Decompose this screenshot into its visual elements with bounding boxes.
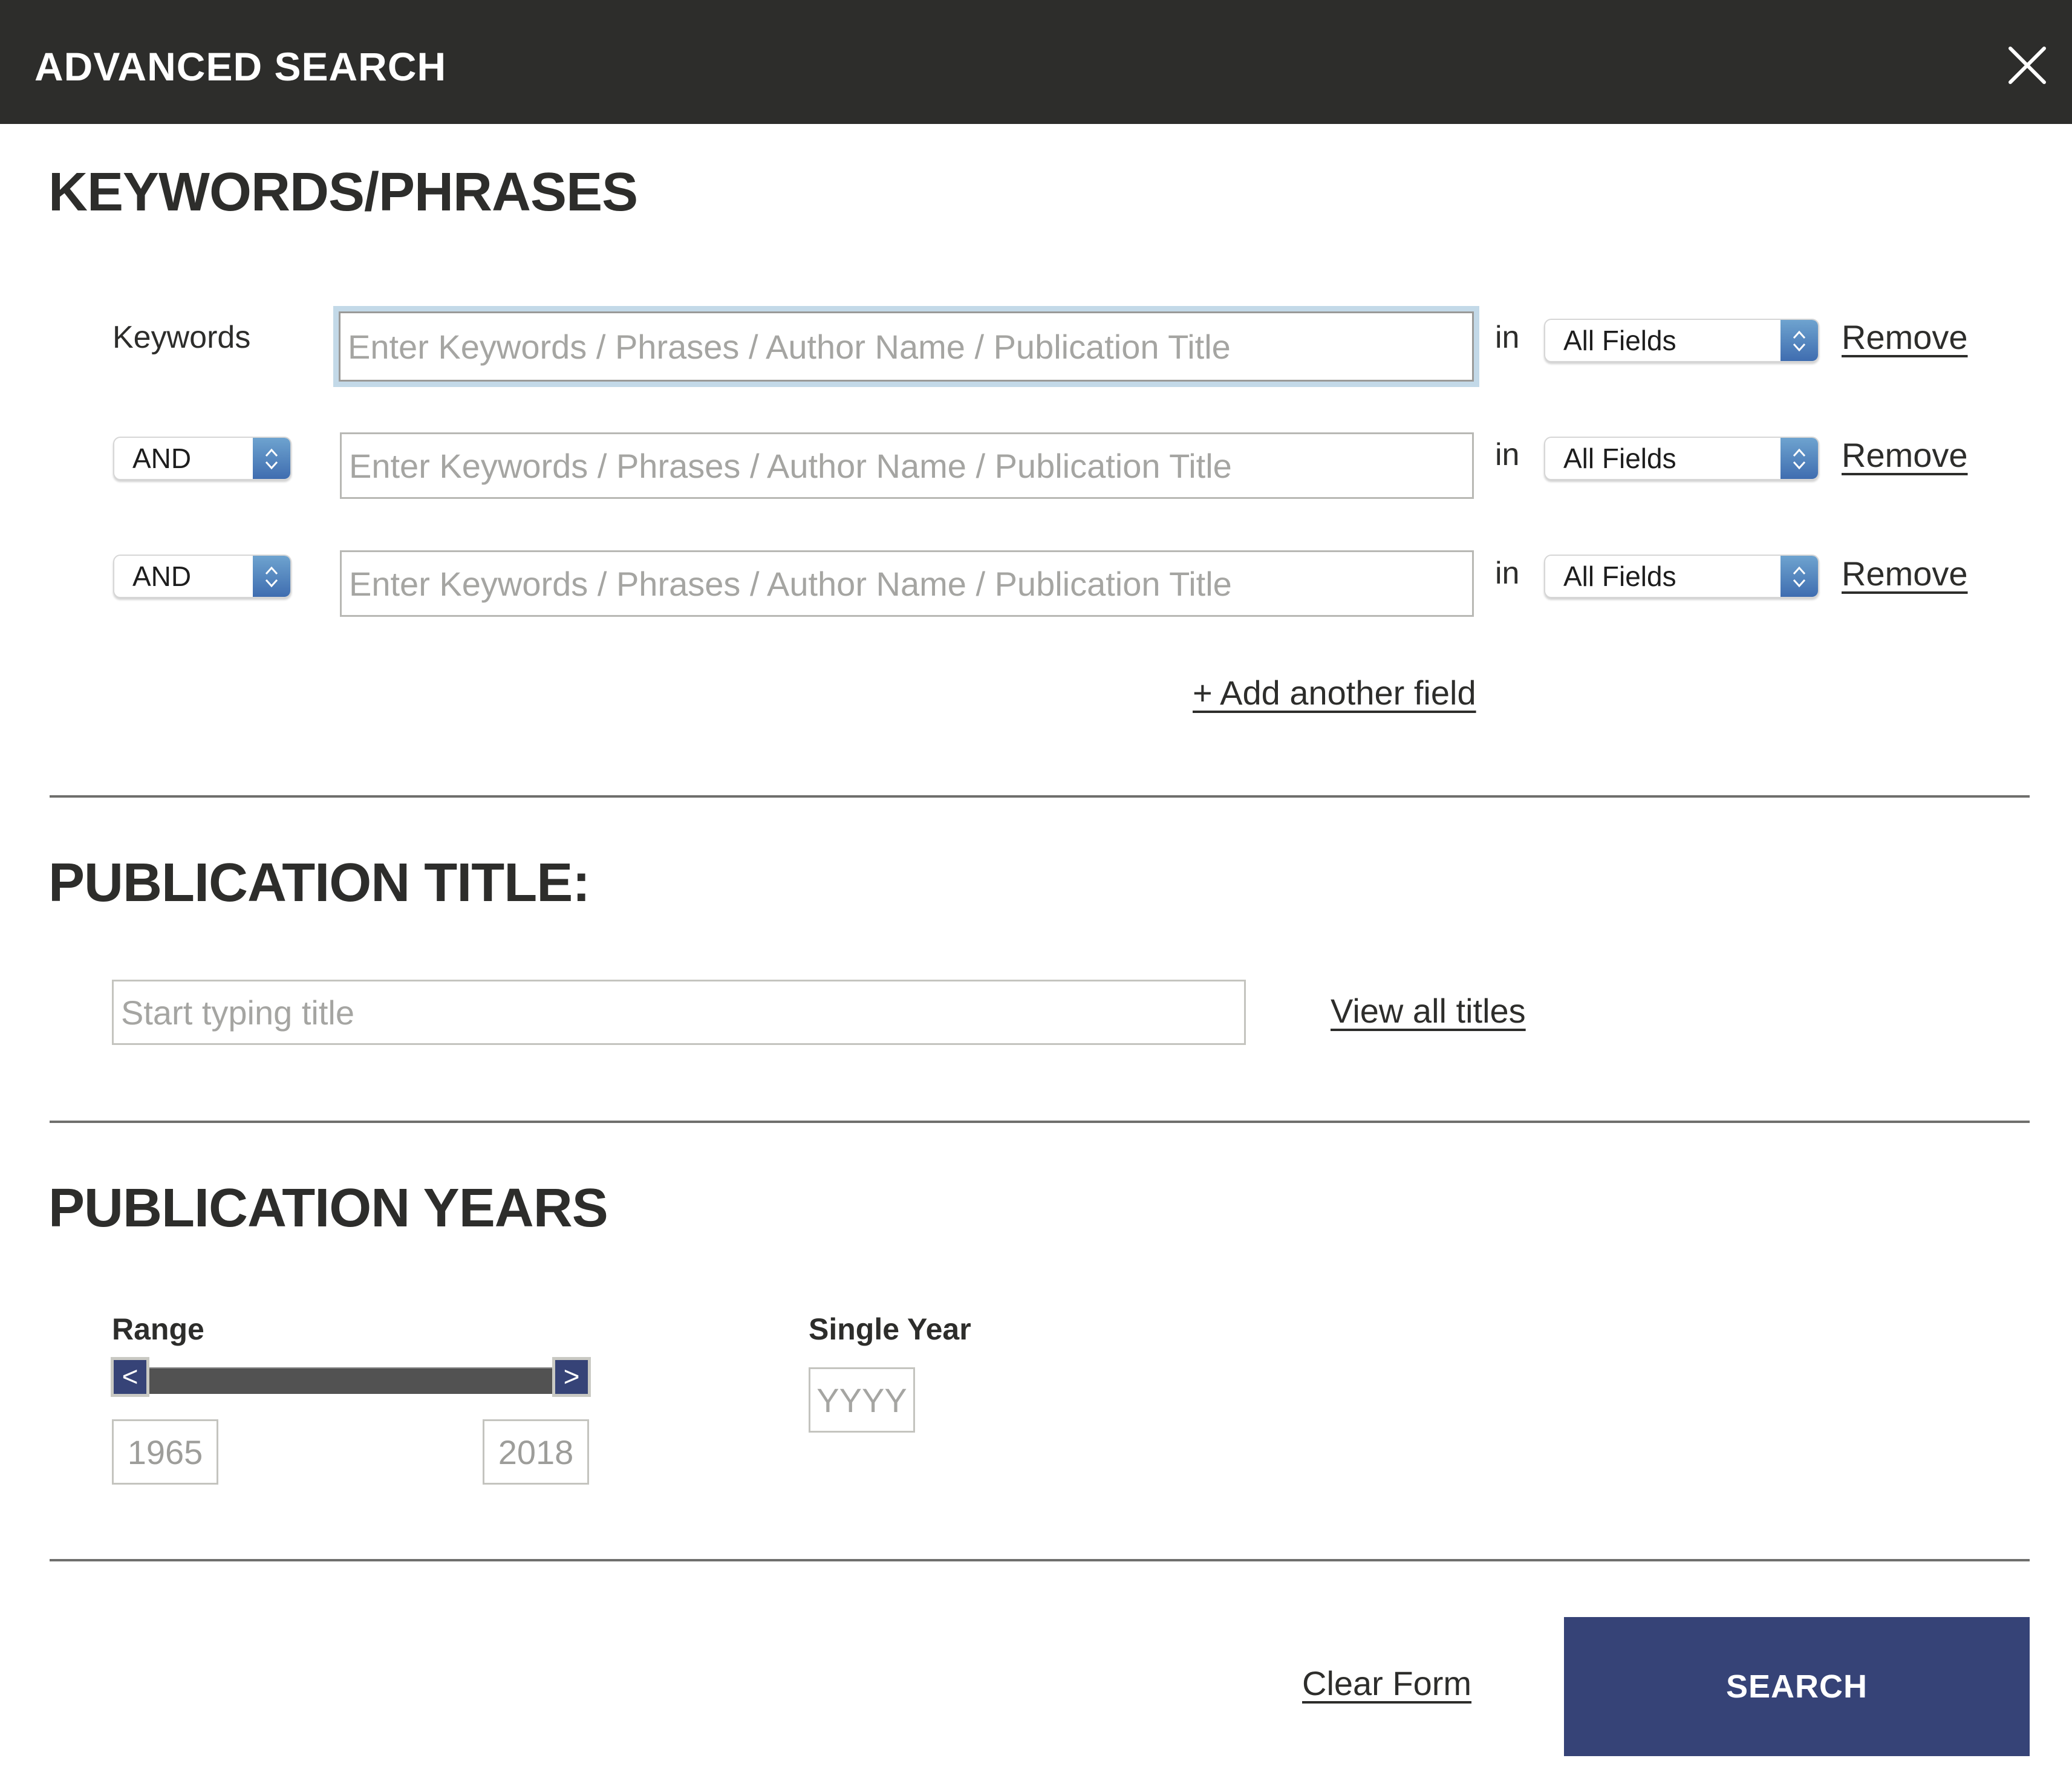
operator-select-2[interactable]: AND — [113, 437, 292, 480]
field-select-3[interactable]: All Fields — [1544, 555, 1819, 598]
keywords-label: Keywords — [112, 320, 251, 355]
keywords-heading: KEYWORDS/PHRASES — [48, 162, 638, 223]
range-handle-min[interactable]: < — [111, 1357, 149, 1397]
operator-select-3[interactable]: AND — [113, 555, 292, 598]
remove-link-2[interactable]: Remove — [1842, 436, 1968, 475]
close-icon — [2008, 47, 2046, 84]
select-arrows-icon — [1780, 320, 1818, 361]
field-select-1[interactable]: All Fields — [1544, 319, 1819, 362]
field-select-2[interactable]: All Fields — [1544, 437, 1819, 480]
field-select-value: All Fields — [1563, 561, 1676, 592]
range-handle-max[interactable]: > — [552, 1357, 591, 1397]
single-year-input[interactable] — [809, 1367, 915, 1433]
section-divider — [50, 795, 2030, 798]
range-start-year-input[interactable] — [112, 1419, 218, 1485]
operator-select-value: AND — [132, 561, 192, 592]
keyword-input-1[interactable] — [339, 311, 1474, 382]
select-arrows-icon — [1780, 556, 1818, 597]
operator-select-value: AND — [132, 443, 192, 474]
in-label-2: in — [1495, 437, 1520, 472]
add-another-field-link[interactable]: + Add another field — [1193, 674, 1476, 712]
single-year-label: Single Year — [809, 1312, 971, 1346]
view-all-titles-link[interactable]: View all titles — [1331, 992, 1526, 1030]
chevron-left-icon: < — [122, 1361, 138, 1392]
modal-title: ADVANCED SEARCH — [34, 44, 447, 89]
keyword-input-3[interactable] — [340, 550, 1474, 617]
publication-title-input[interactable] — [112, 980, 1246, 1045]
field-select-value: All Fields — [1563, 325, 1676, 356]
range-end-year-input[interactable] — [483, 1419, 589, 1485]
in-label-1: in — [1495, 320, 1520, 355]
year-range-slider[interactable]: < > — [111, 1357, 591, 1398]
select-arrows-icon — [253, 438, 290, 479]
close-button[interactable] — [2007, 45, 2048, 86]
search-button[interactable]: SEARCH — [1564, 1617, 2030, 1756]
chevron-right-icon: > — [563, 1361, 580, 1392]
select-arrows-icon — [253, 556, 290, 597]
slider-track — [130, 1367, 572, 1394]
section-divider — [50, 1559, 2030, 1561]
keyword-input-2[interactable] — [340, 432, 1474, 499]
publication-title-heading: PUBLICATION TITLE: — [48, 853, 590, 913]
field-select-value: All Fields — [1563, 443, 1676, 474]
remove-link-1[interactable]: Remove — [1842, 318, 1968, 357]
range-label: Range — [112, 1312, 204, 1346]
publication-years-heading: PUBLICATION YEARS — [48, 1178, 608, 1238]
section-divider — [50, 1121, 2030, 1123]
clear-form-link[interactable]: Clear Form — [1302, 1664, 1471, 1703]
select-arrows-icon — [1780, 438, 1818, 479]
in-label-3: in — [1495, 556, 1520, 591]
remove-link-3[interactable]: Remove — [1842, 555, 1968, 593]
